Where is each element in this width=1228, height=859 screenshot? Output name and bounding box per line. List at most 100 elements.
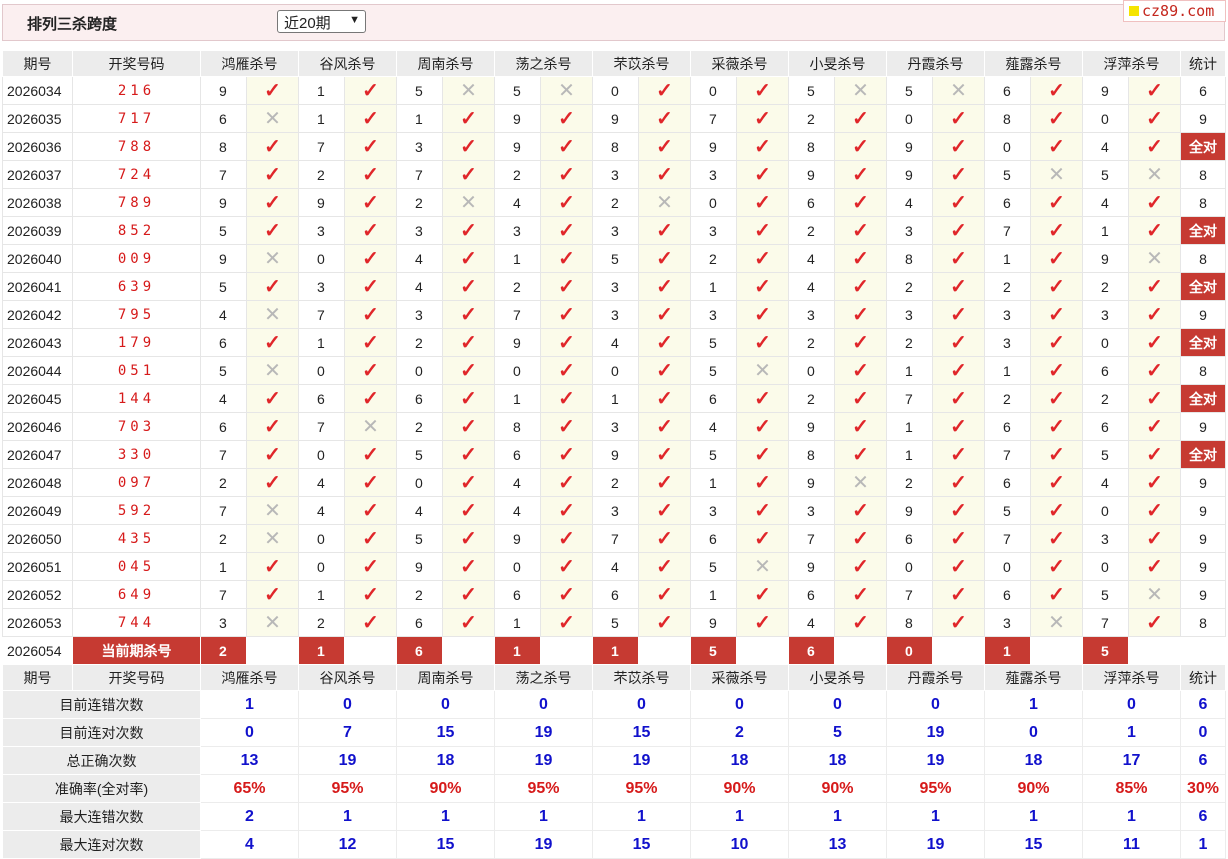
kill-mark: ✓	[834, 160, 887, 189]
kill-value: 4	[1082, 188, 1129, 217]
header-expert-7[interactable]: 丹霞杀号	[886, 664, 985, 691]
header-expert-1[interactable]: 谷风杀号	[298, 664, 397, 691]
kill-mark: ✓	[1030, 132, 1083, 161]
row-period: 2026048	[2, 468, 73, 497]
check-icon: ✓	[264, 219, 281, 242]
summary-value: 18	[984, 746, 1083, 775]
check-icon: ✓	[852, 275, 869, 298]
kill-value: 5	[690, 356, 737, 385]
site-logo[interactable]: cz89.com	[1123, 0, 1226, 22]
header-expert-5[interactable]: 采薇杀号	[690, 664, 789, 691]
kill-mark: ✓	[932, 384, 985, 413]
kill-value: 0	[1082, 496, 1129, 525]
header-expert-4[interactable]: 芣苡杀号	[592, 664, 691, 691]
kill-mark: ✓	[1030, 300, 1083, 329]
summary-value: 90%	[396, 774, 495, 803]
check-icon: ✓	[950, 471, 967, 494]
check-icon: ✓	[558, 415, 575, 438]
header-expert-9[interactable]: 浮萍杀号	[1082, 664, 1181, 691]
row-stat: 全对	[1180, 132, 1226, 161]
check-icon: ✓	[558, 191, 575, 214]
kill-mark: ✓	[246, 76, 299, 105]
check-icon: ✓	[558, 359, 575, 382]
kill-value: 4	[494, 188, 541, 217]
current-kill-blank	[736, 636, 789, 665]
kill-value: 1	[396, 104, 443, 133]
kill-mark: ✓	[246, 384, 299, 413]
current-kill-value: 6	[396, 636, 443, 665]
kill-value: 8	[494, 412, 541, 441]
kill-value: 6	[494, 440, 541, 469]
kill-mark: ✓	[834, 356, 887, 385]
summary-value: 1	[298, 802, 397, 831]
summary-value: 95%	[298, 774, 397, 803]
check-icon: ✓	[1048, 275, 1065, 298]
kill-mark: ✓	[1128, 356, 1181, 385]
kill-value: 1	[494, 244, 541, 273]
current-kill-blank	[540, 636, 593, 665]
kill-value: 6	[396, 608, 443, 637]
kill-mark: ✓	[442, 468, 495, 497]
kill-value: 5	[200, 272, 247, 301]
kill-value: 2	[788, 384, 835, 413]
check-icon: ✓	[362, 79, 379, 102]
check-icon: ✓	[1048, 107, 1065, 130]
check-icon: ✓	[1048, 135, 1065, 158]
table-row: 2026039 852 5 ✓ 3 ✓ 3 ✓ 3 ✓ 3 ✓ 3 ✓ 2 ✓ 3 ✓ 7 ✓ 1 ✓ 全对	[2, 216, 1226, 245]
check-icon: ✓	[362, 555, 379, 578]
header-expert-8[interactable]: 薤露杀号	[984, 664, 1083, 691]
kill-value: 7	[984, 440, 1031, 469]
period-select[interactable]: 近20期 ▼	[277, 10, 366, 33]
check-icon: ✓	[754, 443, 771, 466]
kill-mark: ✓	[344, 440, 397, 469]
check-icon: ✓	[264, 387, 281, 410]
kill-value: 3	[788, 300, 835, 329]
header-expert-6[interactable]: 小旻杀号	[788, 50, 887, 77]
kill-value: 7	[494, 300, 541, 329]
summary-value: 1	[984, 690, 1083, 719]
kill-mark: ✓	[736, 384, 789, 413]
kill-value: 6	[494, 580, 541, 609]
kill-mark: ✓	[932, 104, 985, 133]
kill-value: 0	[298, 244, 345, 273]
header-expert-3[interactable]: 荡之杀号	[494, 664, 593, 691]
kill-mark: ✓	[344, 552, 397, 581]
header-stat: 统计	[1180, 50, 1226, 77]
check-icon: ✓	[656, 387, 673, 410]
cross-icon: ✕	[362, 415, 379, 438]
row-period: 2026045	[2, 384, 73, 413]
header-expert-9[interactable]: 浮萍杀号	[1082, 50, 1181, 77]
header-expert-0[interactable]: 鸿雁杀号	[200, 664, 299, 691]
kill-mark: ✓	[736, 496, 789, 525]
header-expert-6[interactable]: 小旻杀号	[788, 664, 887, 691]
header-expert-0[interactable]: 鸿雁杀号	[200, 50, 299, 77]
header-expert-4[interactable]: 芣苡杀号	[592, 50, 691, 77]
check-icon: ✓	[1048, 471, 1065, 494]
kill-value: 0	[690, 76, 737, 105]
kill-value: 8	[592, 132, 639, 161]
kill-value: 7	[886, 384, 933, 413]
kill-mark: ✓	[1128, 272, 1181, 301]
kill-mark: ✓	[344, 244, 397, 273]
kill-value: 8	[984, 104, 1031, 133]
kill-value: 7	[200, 440, 247, 469]
kill-value: 6	[200, 104, 247, 133]
summary-row: 准确率(全对率) 65% 95% 90% 95% 95% 90% 90% 95% 90% 85% 30…	[2, 774, 1226, 803]
header-expert-3[interactable]: 荡之杀号	[494, 50, 593, 77]
kill-mark: ✓	[638, 216, 691, 245]
kill-value: 7	[886, 580, 933, 609]
cross-icon: ✕	[1146, 163, 1163, 186]
check-icon: ✓	[950, 583, 967, 606]
table-row: 2026053 744 3 ✕ 2 ✓ 6 ✓ 1 ✓ 5 ✓ 9 ✓ 4 ✓ 8 ✓ 3 ✕ 7 ✓ 8	[2, 608, 1226, 637]
check-icon: ✓	[754, 275, 771, 298]
header-expert-1[interactable]: 谷风杀号	[298, 50, 397, 77]
header-expert-8[interactable]: 薤露杀号	[984, 50, 1083, 77]
header-expert-5[interactable]: 采薇杀号	[690, 50, 789, 77]
kill-value: 9	[396, 552, 443, 581]
header-expert-7[interactable]: 丹霞杀号	[886, 50, 985, 77]
header-expert-2[interactable]: 周南杀号	[396, 50, 495, 77]
cross-icon: ✕	[460, 191, 477, 214]
header-expert-2[interactable]: 周南杀号	[396, 664, 495, 691]
table-row: 2026035 717 6 ✕ 1 ✓ 1 ✓ 9 ✓ 9 ✓ 7 ✓ 2 ✓ 0 ✓ 8 ✓ 0 ✓ 9	[2, 104, 1226, 133]
row-stat: 9	[1180, 468, 1226, 497]
